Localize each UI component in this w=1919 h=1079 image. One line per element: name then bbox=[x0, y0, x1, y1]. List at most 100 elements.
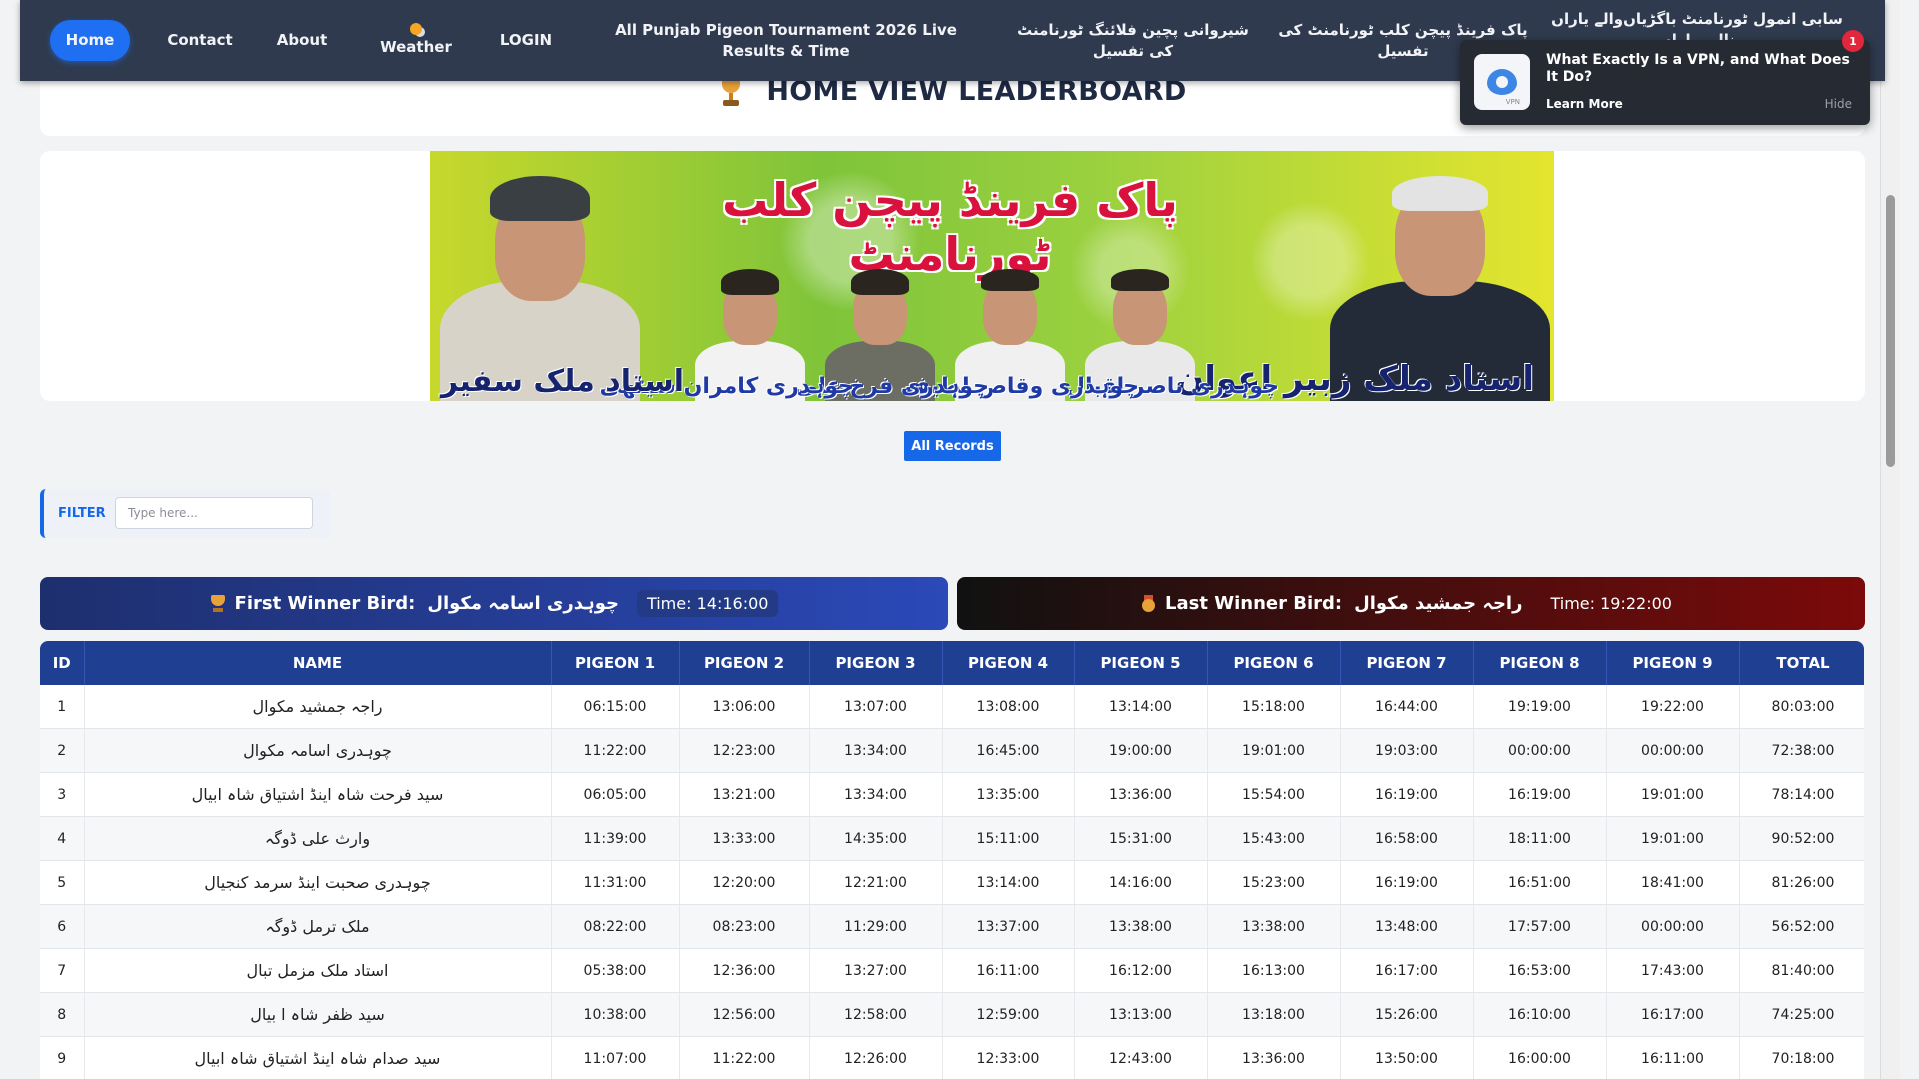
pigeon-time: 10:38:00 bbox=[551, 992, 680, 1037]
nav-contact[interactable]: Contact bbox=[150, 0, 250, 81]
nav-about[interactable]: About bbox=[252, 0, 352, 81]
filter-input[interactable] bbox=[115, 497, 313, 529]
trophy-icon bbox=[718, 76, 744, 107]
pigeon-time: 16:19:00 bbox=[1340, 772, 1474, 817]
pigeon-time: 11:29:00 bbox=[809, 904, 943, 949]
pigeon-time: 13:34:00 bbox=[809, 772, 943, 817]
row-id: 4 bbox=[40, 816, 85, 861]
row-id: 3 bbox=[40, 772, 85, 817]
header-pigeon-1[interactable]: PIGEON 1 bbox=[551, 641, 680, 685]
header-pigeon-6[interactable]: PIGEON 6 bbox=[1207, 641, 1341, 685]
row-name: وارث علی ڈوگہ bbox=[84, 816, 552, 861]
row-id: 8 bbox=[40, 992, 85, 1037]
pigeon-time: 15:54:00 bbox=[1207, 772, 1341, 817]
table-row: 9 سید صدام شاہ اینڈ اشتیاق شاہ ابیال 11:07… bbox=[40, 1036, 1864, 1079]
pigeon-time: 17:43:00 bbox=[1606, 948, 1740, 993]
pigeon-time: 00:00:00 bbox=[1606, 904, 1740, 949]
row-name: سید فرحت شاہ اینڈ اشتیاق شاہ ابیال bbox=[84, 772, 552, 817]
header-name[interactable]: NAME bbox=[84, 641, 552, 685]
nav-login[interactable]: LOGIN bbox=[476, 0, 576, 81]
pigeon-time: 16:19:00 bbox=[1473, 772, 1607, 817]
pigeon-time: 13:36:00 bbox=[1074, 772, 1208, 817]
all-records-button[interactable]: All Records bbox=[904, 431, 1001, 461]
nav-home[interactable]: Home bbox=[50, 20, 130, 61]
pigeon-time: 13:13:00 bbox=[1074, 992, 1208, 1037]
row-name: سید ظفر شاہ ا بیال bbox=[84, 992, 552, 1037]
pigeon-time: 11:07:00 bbox=[551, 1036, 680, 1079]
header-pigeon-9[interactable]: PIGEON 9 bbox=[1606, 641, 1740, 685]
pigeon-time: 12:20:00 bbox=[679, 860, 810, 905]
row-id: 6 bbox=[40, 904, 85, 949]
hide-notification-button[interactable]: Hide bbox=[1825, 97, 1852, 111]
header-pigeon-7[interactable]: PIGEON 7 bbox=[1340, 641, 1474, 685]
pigeon-time: 16:51:00 bbox=[1473, 860, 1607, 905]
vpn-notification[interactable]: VPN What Exactly Is a VPN, and What Does… bbox=[1460, 30, 1870, 125]
first-winner-bar: First Winner Bird: چوہدری اسامہ مکوال Ti… bbox=[40, 577, 948, 630]
learn-more-link[interactable]: Learn More bbox=[1546, 97, 1623, 111]
vpn-shield-icon: VPN bbox=[1474, 54, 1530, 110]
pigeon-time: 12:36:00 bbox=[679, 948, 810, 993]
pigeon-time: 19:01:00 bbox=[1207, 728, 1341, 773]
pigeon-time: 12:58:00 bbox=[809, 992, 943, 1037]
pigeon-time: 16:17:00 bbox=[1340, 948, 1474, 993]
row-id: 1 bbox=[40, 685, 85, 729]
pigeon-time: 06:05:00 bbox=[551, 772, 680, 817]
nav-tournament-results[interactable]: All Punjab Pigeon Tournament 2026 Live R… bbox=[586, 0, 986, 81]
header-pigeon-8[interactable]: PIGEON 8 bbox=[1473, 641, 1607, 685]
pigeon-time: 13:27:00 bbox=[809, 948, 943, 993]
header-total[interactable]: TOTAL bbox=[1739, 641, 1864, 685]
nav-weather[interactable]: Weather bbox=[356, 0, 476, 81]
pigeon-time: 16:45:00 bbox=[942, 728, 1075, 773]
pigeon-time: 13:18:00 bbox=[1207, 992, 1341, 1037]
pigeon-time: 11:39:00 bbox=[551, 816, 680, 861]
last-winner-bar: Last Winner Bird: راجہ جمشید مکوال Time:… bbox=[957, 577, 1865, 630]
table-row: 2 چوہدری اسامہ مکوال 11:22:00 12:23:00 13:34… bbox=[40, 728, 1864, 773]
row-total: 90:52:00 bbox=[1739, 816, 1864, 861]
pigeon-time: 14:16:00 bbox=[1074, 860, 1208, 905]
page-scrollbar[interactable] bbox=[1880, 0, 1900, 1079]
scrollbar-thumb[interactable] bbox=[1886, 195, 1895, 467]
banner-name-6: استاد ملک سفیر bbox=[440, 364, 684, 399]
pigeon-time: 16:12:00 bbox=[1074, 948, 1208, 993]
pigeon-time: 13:14:00 bbox=[1074, 685, 1208, 729]
pigeon-time: 12:21:00 bbox=[809, 860, 943, 905]
pigeon-time: 13:21:00 bbox=[679, 772, 810, 817]
nav-weather-label: Weather bbox=[380, 38, 452, 56]
header-pigeon-5[interactable]: PIGEON 5 bbox=[1074, 641, 1208, 685]
row-name: استاد ملک مزمل تبال bbox=[84, 948, 552, 993]
banner-card: پاک فرینڈ پیچن کلب ٹورنامنٹ استاد ملک زب… bbox=[40, 151, 1865, 401]
table-row: 6 ملک ترمل ڈوگہ 08:22:00 08:23:00 11:29:00 13… bbox=[40, 904, 1864, 949]
pigeon-time: 08:22:00 bbox=[551, 904, 680, 949]
header-id[interactable]: ID bbox=[40, 641, 85, 685]
pigeon-time: 16:44:00 bbox=[1340, 685, 1474, 729]
pigeon-time: 13:38:00 bbox=[1207, 904, 1341, 949]
trophy-icon bbox=[210, 594, 226, 613]
pigeon-time: 13:06:00 bbox=[679, 685, 810, 729]
pigeon-time: 16:10:00 bbox=[1473, 992, 1607, 1037]
row-name: سید صدام شاہ اینڈ اشتیاق شاہ ابیال bbox=[84, 1036, 552, 1079]
first-winner-time: Time: 14:16:00 bbox=[636, 590, 779, 617]
row-name: چوہدری صحبت اینڈ سرمد کنجیال bbox=[84, 860, 552, 905]
row-total: 78:14:00 bbox=[1739, 772, 1864, 817]
pigeon-time: 15:31:00 bbox=[1074, 816, 1208, 861]
table-header-row: ID NAME PIGEON 1 PIGEON 2 PIGEON 3 PIGEO… bbox=[40, 641, 1864, 685]
pigeon-time: 13:36:00 bbox=[1207, 1036, 1341, 1079]
pigeon-time: 17:57:00 bbox=[1473, 904, 1607, 949]
notification-title: What Exactly Is a VPN, and What Does It … bbox=[1546, 52, 1850, 85]
pigeon-time: 15:11:00 bbox=[942, 816, 1075, 861]
pigeon-time: 19:03:00 bbox=[1340, 728, 1474, 773]
row-total: 56:52:00 bbox=[1739, 904, 1864, 949]
pigeon-time: 12:59:00 bbox=[942, 992, 1075, 1037]
row-total: 70:18:00 bbox=[1739, 1036, 1864, 1079]
row-total: 81:26:00 bbox=[1739, 860, 1864, 905]
pigeon-time: 11:22:00 bbox=[551, 728, 680, 773]
header-pigeon-4[interactable]: PIGEON 4 bbox=[942, 641, 1075, 685]
results-table: ID NAME PIGEON 1 PIGEON 2 PIGEON 3 PIGEO… bbox=[40, 641, 1864, 1079]
row-name: چوہدری اسامہ مکوال bbox=[84, 728, 552, 773]
pigeon-time: 13:14:00 bbox=[942, 860, 1075, 905]
header-pigeon-3[interactable]: PIGEON 3 bbox=[809, 641, 943, 685]
pigeon-time: 19:19:00 bbox=[1473, 685, 1607, 729]
pigeon-time: 15:43:00 bbox=[1207, 816, 1341, 861]
header-pigeon-2[interactable]: PIGEON 2 bbox=[679, 641, 810, 685]
nav-shirwani-tournament[interactable]: شیروانی پچین فلائنگ ٹورنامنٹ کی تفسیل bbox=[1008, 0, 1258, 81]
